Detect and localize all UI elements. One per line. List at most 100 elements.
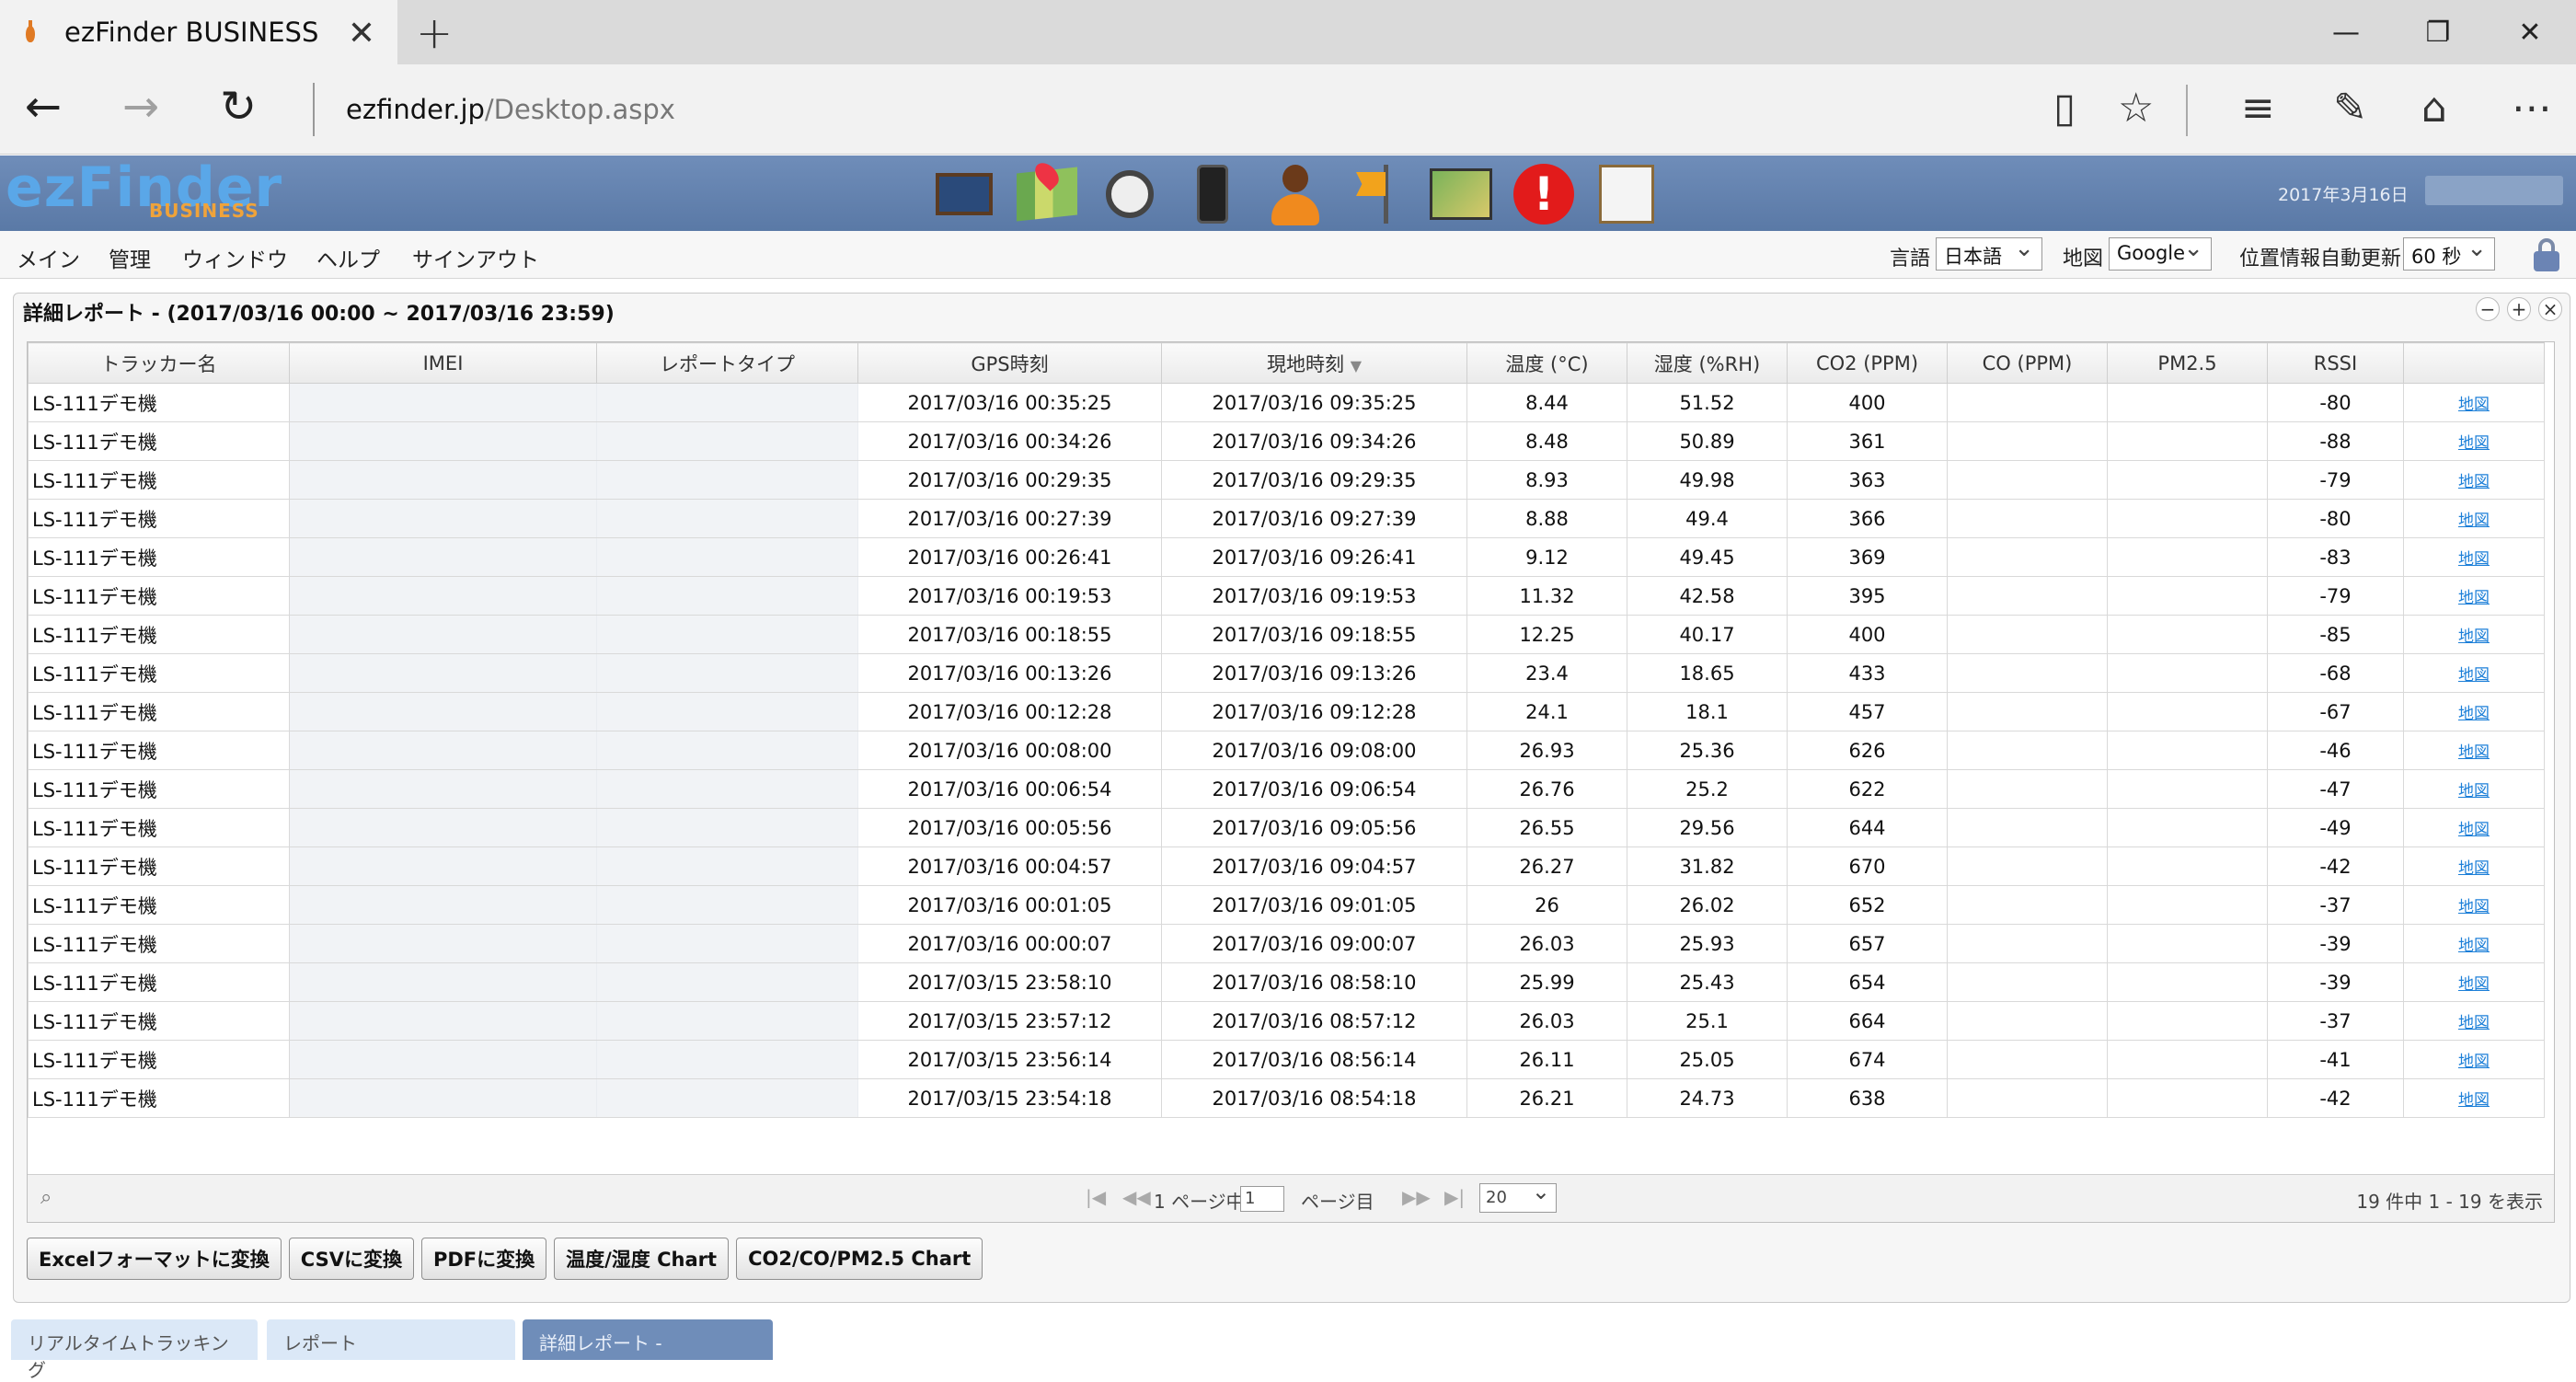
- table-row[interactable]: LS-111デモ機 2017/03/15 23:54:18 2017/03/16 0…: [28, 1078, 2545, 1118]
- forward-icon[interactable]: →: [109, 81, 173, 132]
- table-row[interactable]: LS-111デモ機 2017/03/16 00:35:25 2017/03/16 0…: [28, 383, 2545, 422]
- cell-map-link[interactable]: 地図: [2403, 1040, 2545, 1079]
- flag-icon[interactable]: [1343, 159, 1413, 229]
- search-icon[interactable]: ⌕: [40, 1186, 52, 1209]
- export-pdf-button[interactable]: PDFに変換: [420, 1238, 547, 1280]
- col-report-type[interactable]: レポートタイプ: [596, 342, 858, 384]
- minimize-window-icon[interactable]: −: [2476, 297, 2500, 321]
- table-row[interactable]: LS-111デモ機 2017/03/16 00:00:07 2017/03/16 0…: [28, 924, 2545, 963]
- col-gps-time[interactable]: GPS時刻: [857, 342, 1162, 384]
- cell-map-link[interactable]: 地図: [2403, 885, 2545, 925]
- person-icon[interactable]: [1260, 159, 1330, 229]
- close-window-icon[interactable]: ✕: [2484, 0, 2576, 64]
- cell-map-link[interactable]: 地図: [2403, 615, 2545, 654]
- table-row[interactable]: LS-111デモ機 2017/03/16 00:34:26 2017/03/16 0…: [28, 421, 2545, 461]
- cell-map-link[interactable]: 地図: [2403, 731, 2545, 770]
- first-page-icon[interactable]: |◀: [1086, 1186, 1106, 1208]
- maximize-window-icon[interactable]: +: [2507, 297, 2531, 321]
- task-tab-detail-report[interactable]: 詳細レポート -: [523, 1319, 773, 1360]
- table-row[interactable]: LS-111デモ機 2017/03/16 00:06:54 2017/03/16 0…: [28, 769, 2545, 809]
- favorite-star-icon[interactable]: ☆: [2118, 85, 2154, 132]
- alert-icon[interactable]: !: [1509, 159, 1579, 229]
- table-row[interactable]: LS-111デモ機 2017/03/16 00:12:28 2017/03/16 0…: [28, 692, 2545, 731]
- menu-help[interactable]: ヘルプ: [316, 242, 380, 273]
- lock-icon[interactable]: [2534, 238, 2559, 271]
- cell-map-link[interactable]: 地図: [2403, 460, 2545, 500]
- cell-map-link[interactable]: 地図: [2403, 962, 2545, 1002]
- task-tab-report[interactable]: レポート: [267, 1319, 515, 1360]
- temp-humidity-chart-button[interactable]: 温度/湿度 Chart: [554, 1238, 730, 1280]
- close-window-icon[interactable]: ×: [2538, 297, 2562, 321]
- cell-map-link[interactable]: 地図: [2403, 692, 2545, 731]
- col-tracker-name[interactable]: トラッカー名: [28, 342, 290, 384]
- table-row[interactable]: LS-111デモ機 2017/03/16 00:01:05 2017/03/16 0…: [28, 885, 2545, 925]
- monitor-icon[interactable]: [929, 159, 999, 229]
- minimize-icon[interactable]: —: [2300, 0, 2392, 64]
- table-row[interactable]: LS-111デモ機 2017/03/15 23:57:12 2017/03/16 0…: [28, 1001, 2545, 1041]
- restore-icon[interactable]: ❐: [2392, 0, 2484, 64]
- back-icon[interactable]: ←: [11, 81, 75, 132]
- task-tab-realtime-tracking[interactable]: リアルタイムトラッキング: [11, 1319, 258, 1381]
- cell-map-link[interactable]: 地図: [2403, 924, 2545, 963]
- map-select[interactable]: Google: [2109, 235, 2212, 271]
- cell-map-link[interactable]: 地図: [2403, 383, 2545, 422]
- share-icon[interactable]: ⌂: [2421, 85, 2447, 132]
- cell-map-link[interactable]: 地図: [2403, 808, 2545, 847]
- chart-icon[interactable]: [1592, 159, 1662, 229]
- co2-co-pm25-chart-button[interactable]: CO2/CO/PM2.5 Chart: [736, 1238, 983, 1280]
- page-number-input[interactable]: 1: [1240, 1186, 1284, 1212]
- table-row[interactable]: LS-111デモ機 2017/03/16 00:13:26 2017/03/16 0…: [28, 653, 2545, 693]
- cell-map-link[interactable]: 地図: [2403, 499, 2545, 538]
- last-page-icon[interactable]: ▶|: [1444, 1186, 1465, 1208]
- url-field[interactable]: ezfinder.jp/Desktop.aspx: [346, 94, 675, 125]
- language-select[interactable]: 日本語: [1936, 235, 2042, 271]
- new-tab-icon[interactable]: +: [416, 7, 453, 59]
- col-humidity[interactable]: 湿度 (%RH): [1627, 342, 1788, 384]
- cell-map-link[interactable]: 地図: [2403, 421, 2545, 461]
- cell-map-link[interactable]: 地図: [2403, 846, 2545, 886]
- export-excel-button[interactable]: Excelフォーマットに変換: [27, 1238, 282, 1280]
- cell-map-link[interactable]: 地図: [2403, 576, 2545, 616]
- hub-icon[interactable]: ≡: [2241, 85, 2275, 132]
- table-row[interactable]: LS-111デモ機 2017/03/15 23:56:14 2017/03/16 0…: [28, 1040, 2545, 1079]
- route-map-icon[interactable]: [1426, 159, 1496, 229]
- col-local-time[interactable]: 現地時刻 ▼: [1161, 342, 1467, 384]
- table-row[interactable]: LS-111デモ機 2017/03/16 00:26:41 2017/03/16 0…: [28, 537, 2545, 577]
- refresh-interval-select[interactable]: 60 秒: [2403, 235, 2495, 271]
- table-row[interactable]: LS-111デモ機 2017/03/16 00:29:35 2017/03/16 0…: [28, 460, 2545, 500]
- cell-map-link[interactable]: 地図: [2403, 653, 2545, 693]
- table-row[interactable]: LS-111デモ機 2017/03/16 00:05:56 2017/03/16 0…: [28, 808, 2545, 847]
- table-row[interactable]: LS-111デモ機 2017/03/15 23:58:10 2017/03/16 0…: [28, 962, 2545, 1002]
- refresh-icon[interactable]: ↻: [206, 81, 270, 132]
- page-size-select[interactable]: 20: [1479, 1179, 1557, 1213]
- cell-map-link[interactable]: 地図: [2403, 537, 2545, 577]
- col-co[interactable]: CO (PPM): [1947, 342, 2108, 384]
- cell-map-link[interactable]: 地図: [2403, 769, 2545, 809]
- prev-page-icon[interactable]: ◀◀: [1122, 1186, 1151, 1208]
- export-csv-button[interactable]: CSVに変換: [288, 1238, 414, 1280]
- next-page-icon[interactable]: ▶▶: [1402, 1186, 1431, 1208]
- col-temperature[interactable]: 温度 (°C): [1466, 342, 1627, 384]
- table-row[interactable]: LS-111デモ機 2017/03/16 00:18:55 2017/03/16 0…: [28, 615, 2545, 654]
- col-co2[interactable]: CO2 (PPM): [1787, 342, 1948, 384]
- table-row[interactable]: LS-111デモ機 2017/03/16 00:19:53 2017/03/16 0…: [28, 576, 2545, 616]
- cell-map-link[interactable]: 地図: [2403, 1078, 2545, 1118]
- col-rssi[interactable]: RSSI: [2267, 342, 2404, 384]
- col-pm25[interactable]: PM2.5: [2107, 342, 2268, 384]
- phone-icon[interactable]: [1178, 159, 1248, 229]
- col-imei[interactable]: IMEI: [289, 342, 597, 384]
- table-row[interactable]: LS-111デモ機 2017/03/16 00:08:00 2017/03/16 0…: [28, 731, 2545, 770]
- menu-window[interactable]: ウィンドウ: [182, 242, 288, 273]
- menu-admin[interactable]: 管理: [109, 242, 151, 273]
- web-note-icon[interactable]: ✎: [2333, 85, 2367, 132]
- table-row[interactable]: LS-111デモ機 2017/03/16 00:27:39 2017/03/16 0…: [28, 499, 2545, 538]
- cell-map-link[interactable]: 地図: [2403, 1001, 2545, 1041]
- menu-sign-out[interactable]: サインアウト: [412, 242, 539, 273]
- close-tab-icon[interactable]: ✕: [348, 15, 375, 52]
- table-row[interactable]: LS-111デモ機 2017/03/16 00:04:57 2017/03/16 0…: [28, 846, 2545, 886]
- map-pin-icon[interactable]: [1012, 158, 1082, 229]
- watch-icon[interactable]: [1095, 159, 1165, 229]
- browser-tab[interactable]: ezFinder BUSINESS ✕: [0, 0, 397, 64]
- reading-view-icon[interactable]: ▯: [2053, 85, 2076, 132]
- menu-main[interactable]: メイン: [17, 242, 80, 273]
